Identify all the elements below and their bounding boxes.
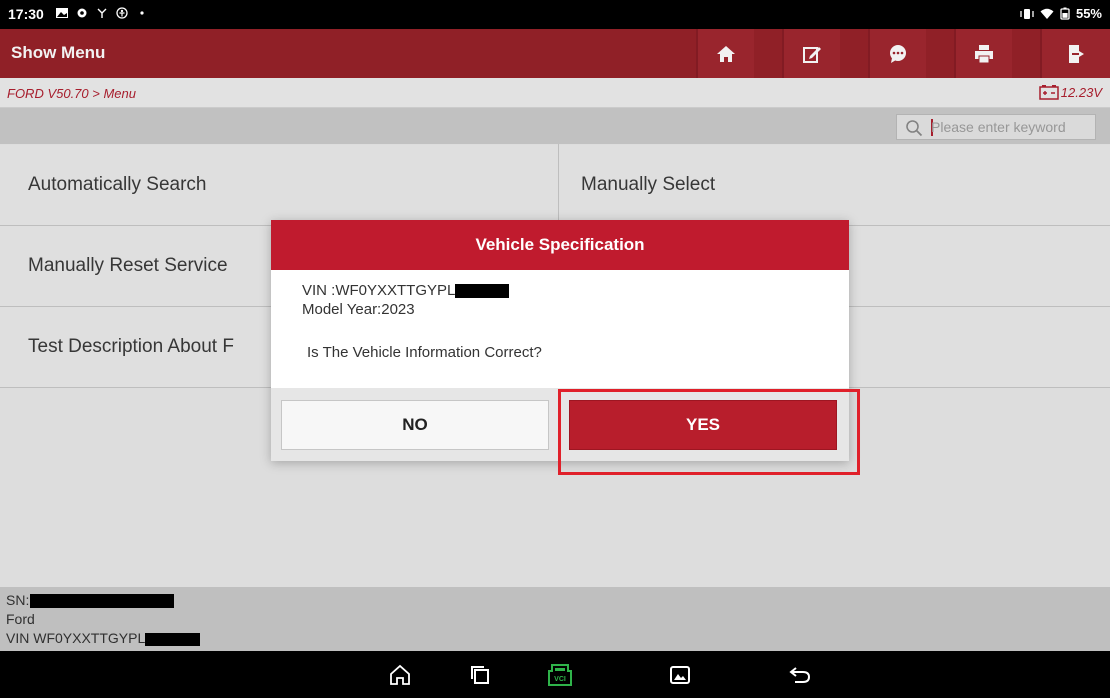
status-right: 55% xyxy=(1020,6,1102,21)
usb-debug-icon xyxy=(97,8,107,18)
dialog-question: Is The Vehicle Information Correct? xyxy=(307,344,542,361)
dialog-vin: VIN :WF0YXXTTGYPL xyxy=(302,282,456,299)
back-icon xyxy=(789,667,811,683)
battery-icon xyxy=(1060,7,1070,20)
gallery-icon xyxy=(670,666,690,684)
status-bar: 17:30 55% xyxy=(0,0,1110,29)
nav-recents-button[interactable] xyxy=(464,659,496,691)
image-notification-icon xyxy=(56,8,68,18)
home-outline-icon xyxy=(390,664,410,685)
yes-button-highlight xyxy=(558,389,860,475)
status-time: 17:30 xyxy=(8,6,44,22)
dialog-title: Vehicle Specification xyxy=(271,220,849,270)
no-button[interactable]: NO xyxy=(281,400,549,450)
nav-screenshot-button[interactable] xyxy=(664,659,696,691)
dialog-model-year: Model Year:2023 xyxy=(302,301,415,318)
battery-percent: 55% xyxy=(1075,6,1102,21)
wifi-icon xyxy=(1040,8,1054,19)
redaction-bar xyxy=(455,284,510,299)
accessibility-icon xyxy=(116,7,128,19)
svg-text:VCI: VCI xyxy=(554,676,566,683)
navigation-bar: VCI xyxy=(0,651,1110,698)
status-icons xyxy=(56,7,148,19)
settings-notification-icon xyxy=(77,8,87,18)
nav-home-button[interactable] xyxy=(384,659,416,691)
dot-icon xyxy=(140,11,144,15)
vibrate-icon xyxy=(1020,8,1034,19)
recent-apps-icon xyxy=(471,666,489,684)
dialog-vin-line: VIN :WF0YXXTTGYPL xyxy=(302,282,510,299)
nav-back-button[interactable] xyxy=(784,659,816,691)
nav-vci-button[interactable]: VCI xyxy=(544,659,576,691)
vci-icon: VCI xyxy=(548,664,572,686)
